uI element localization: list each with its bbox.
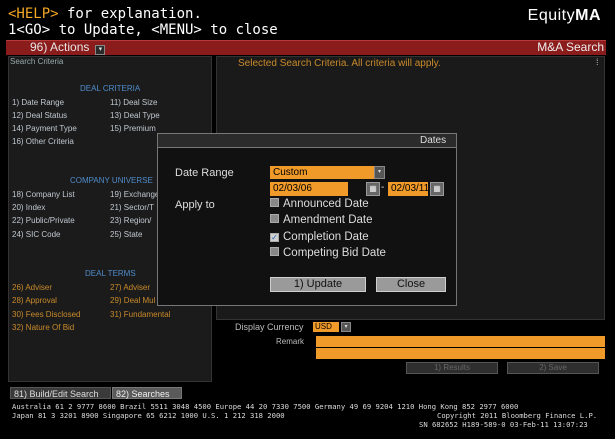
checkbox-completion-date[interactable]: ✓ Completion Date (270, 231, 369, 243)
criteria-adviser-1[interactable]: 26) Adviser (12, 283, 52, 292)
dates-dialog-header (157, 133, 457, 148)
chevron-down-icon: ▾ (95, 45, 106, 55)
chevron-down-icon[interactable]: ▾ (374, 166, 385, 179)
checkbox-announced-date[interactable]: Announced Date (270, 198, 369, 210)
criteria-region[interactable]: 23) Region/ (110, 216, 151, 225)
update-button[interactable]: 1) Update (270, 277, 366, 292)
criteria-adviser-2[interactable]: 27) Adviser (110, 283, 150, 292)
criteria-deal-status[interactable]: 12) Deal Status (12, 111, 67, 120)
criteria-other[interactable]: 16) Other Criteria (12, 137, 74, 146)
tab-build-edit-search[interactable]: 81) Build/Edit Search (10, 387, 111, 399)
tab-searches[interactable]: 82) Searches (112, 387, 182, 399)
deal-criteria-title: DEAL CRITERIA (80, 84, 141, 93)
deal-terms-title: DEAL TERMS (85, 269, 136, 278)
actions-menu[interactable]: 96) Actions ▾ (30, 40, 106, 55)
criteria-deal-type[interactable]: 13) Deal Type (110, 111, 160, 120)
apply-to-label: Apply to (175, 199, 215, 211)
criteria-approval[interactable]: 28) Approval (12, 296, 57, 305)
dates-dialog-title: Dates (420, 135, 447, 146)
criteria-fundamental[interactable]: 31) Fundamental (110, 310, 170, 319)
criteria-exchange[interactable]: 19) Exchange (110, 190, 159, 199)
help-hint: <HELP> for explanation. (8, 6, 202, 22)
end-date-input[interactable]: 02/03/11 (388, 182, 429, 196)
remark-input-2[interactable] (316, 348, 605, 359)
criteria-sic-code[interactable]: 24) SIC Code (12, 230, 60, 239)
search-criteria-header: Search Criteria (10, 57, 64, 66)
checkbox-competing-bid-date[interactable]: Competing Bid Date (270, 247, 386, 259)
criteria-deal-size[interactable]: 11) Deal Size (110, 98, 157, 107)
checkbox-icon[interactable] (270, 198, 279, 207)
remark-input-1[interactable] (316, 336, 605, 347)
brand-bold: MA (575, 7, 601, 24)
criteria-state[interactable]: 25) State (110, 230, 142, 239)
criteria-date-range[interactable]: 1) Date Range (12, 98, 64, 107)
calendar-icon[interactable]: ▦ (430, 182, 444, 196)
criteria-deal-multiple[interactable]: 29) Deal Mul (110, 296, 155, 305)
checkbox-label: Amendment Date (283, 214, 373, 226)
close-button[interactable]: Close (376, 277, 446, 292)
checkbox-icon[interactable] (270, 247, 279, 256)
criteria-payment-type[interactable]: 14) Payment Type (12, 124, 77, 133)
checkbox-amendment-date[interactable]: Amendment Date (270, 214, 373, 226)
footer-copyright: Copyright 2011 Bloomberg Finance L.P. (437, 411, 598, 420)
currency-select[interactable]: USD (313, 322, 339, 332)
criteria-company-list[interactable]: 18) Company List (12, 190, 75, 199)
app-brand: EquityMA (528, 7, 601, 25)
checkmark-icon[interactable]: ✓ (270, 233, 279, 242)
go-hint: 1<GO> to Update, <MENU> to close (8, 22, 278, 38)
calendar-icon[interactable]: ▦ (366, 182, 380, 196)
selected-criteria-message: Selected Search Criteria. All criteria w… (238, 58, 441, 69)
checkbox-icon[interactable] (270, 214, 279, 223)
help-text: for explanation. (58, 6, 202, 22)
results-button[interactable]: 1) Results (406, 362, 498, 374)
criteria-premium[interactable]: 15) Premium (110, 124, 156, 133)
start-date-input[interactable]: 02/03/06 (270, 182, 348, 196)
scroll-indicator[interactable]: ⁞ (596, 57, 599, 67)
footer-session: SN 682652 H189-589-0 03-Feb-11 13:07:23 (419, 420, 588, 429)
criteria-nature-of-bid[interactable]: 32) Nature Of Bid (12, 323, 74, 332)
footer-phones-2: Japan 81 3 3201 8900 Singapore 65 6212 1… (12, 411, 285, 420)
actions-label: 96) Actions (30, 40, 90, 54)
help-tag: <HELP> (8, 6, 59, 22)
save-button[interactable]: 2) Save (507, 362, 599, 374)
checkbox-label: Competing Bid Date (283, 247, 386, 259)
date-range-label: Date Range (175, 167, 234, 179)
checkbox-label: Announced Date (283, 198, 369, 210)
brand-regular: Equity (527, 7, 576, 24)
company-universe-title: COMPANY UNIVERSE (70, 176, 153, 185)
currency-label: Display Currency (235, 322, 304, 332)
criteria-sector[interactable]: 21) Sector/T (110, 203, 154, 212)
checkbox-label: Completion Date (283, 231, 369, 243)
remark-label: Remark (276, 337, 305, 346)
criteria-public-private[interactable]: 22) Public/Private (12, 216, 75, 225)
criteria-fees-disclosed[interactable]: 30) Fees Disclosed (12, 310, 80, 319)
date-separator: - (381, 182, 385, 193)
criteria-index[interactable]: 20) Index (12, 203, 45, 212)
screen-title: M&A Search (537, 40, 604, 54)
chevron-down-icon[interactable]: ▾ (341, 322, 351, 332)
date-range-select[interactable]: Custom (270, 166, 374, 179)
footer-phones-1: Australia 61 2 9777 8600 Brazil 5511 304… (12, 402, 519, 411)
